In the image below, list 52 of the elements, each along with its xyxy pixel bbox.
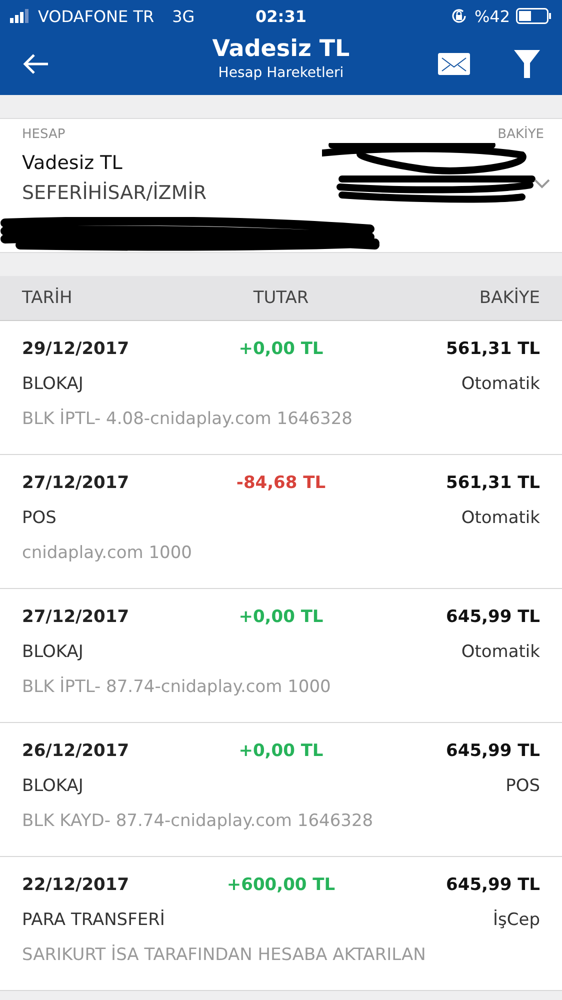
balance-amount: 645,99 TL [445, 607, 540, 627]
transaction-type: BLOKAJ [22, 642, 84, 662]
transaction-description: BLK İPTL- 87.74-cnidaplay.com 1000 [22, 677, 332, 697]
transaction-type: BLOKAJ [22, 374, 84, 394]
account-branch: SEFERİHİSAR/İZMİR [22, 182, 208, 204]
screen-title: Vadesiz TL [212, 36, 350, 62]
transaction-row[interactable]: 26/12/2017 +0,00 TL 645,99 TL BLOKAJ POS BLK KAYD- 87.74-cnidaplay.com 1646328 [0, 723, 562, 857]
chevron-down-icon [534, 179, 550, 189]
transaction-description: BLK KAYD- 87.74-cnidaplay.com 1646328 [22, 811, 374, 831]
transaction-description: SARIKURT İSA TARAFINDAN HESABA AKTARILAN [22, 945, 427, 965]
balance-amount: 561,31 TL [445, 473, 540, 493]
transaction-type: PARA TRANSFERİ [22, 910, 165, 930]
rotation-lock-icon [450, 7, 468, 25]
transaction-row[interactable]: 27/12/2017 +0,00 TL 645,99 TL BLOKAJ Otomatik BLK İPTL- 87.74-cnidaplay.com 1000 [0, 589, 562, 723]
account-name: Vadesiz TL [22, 152, 124, 174]
transaction-amount: +0,00 TL [238, 607, 324, 627]
transaction-amount: +0,00 TL [238, 741, 324, 761]
column-heading: TUTAR [252, 288, 310, 308]
column-heading: BAKİYE [478, 288, 540, 308]
account-card[interactable]: HESAP BAKİYE Vadesiz TL SEFERİHİSAR/İZMİR [0, 118, 562, 253]
transaction-row[interactable]: 29/12/2017 +0,00 TL 561,31 TL BLOKAJ Otomatik BLK İPTL- 4.08-cnidaplay.com 1646328 [0, 321, 562, 455]
screen-subtitle: Hesap Hareketleri [218, 65, 344, 81]
transaction-channel: Otomatik [461, 642, 540, 662]
transaction-date: 22/12/2017 [22, 875, 130, 895]
transaction-row[interactable]: 27/12/2017 -84,68 TL 561,31 TL POS Otomatik cnidaplay.com 1000 [0, 455, 562, 589]
battery-icon [516, 8, 552, 24]
transaction-channel: Otomatik [461, 508, 540, 528]
account-label: HESAP [22, 127, 66, 142]
transaction-type: BLOKAJ [22, 776, 84, 796]
transaction-amount: -84,68 TL [235, 473, 327, 493]
battery-percent: %42 [474, 6, 510, 26]
transaction-date: 29/12/2017 [22, 339, 130, 359]
balance-amount: 645,99 TL [445, 875, 540, 895]
transaction-channel: POS [506, 776, 540, 796]
transaction-type: POS [22, 508, 56, 528]
column-heading: TARİH [22, 288, 74, 308]
transaction-channel: Otomatik [461, 374, 540, 394]
transaction-channel: İşCep [493, 910, 540, 930]
transaction-date: 27/12/2017 [22, 473, 130, 493]
balance-amount: 561,31 TL [445, 339, 540, 359]
transaction-date: 26/12/2017 [22, 741, 130, 761]
transaction-amount: +0,00 TL [238, 339, 324, 359]
network-type: 3G [172, 6, 195, 26]
balance-label: BAKİYE [498, 127, 544, 142]
transaction-row[interactable]: 22/12/2017 +600,00 TL 645,99 TL PARA TRANSFERİ İşCep SARIKURT İSA TARAFINDAN HESABA AKTARILAN [0, 857, 562, 991]
transaction-description: cnidaplay.com 1000 [22, 543, 193, 563]
transaction-description: BLK İPTL- 4.08-cnidaplay.com 1646328 [22, 409, 354, 429]
status-time: 02:31 [256, 6, 306, 26]
balance-amount: 645,99 TL [445, 741, 540, 761]
carrier-name: VODAFONE TR [38, 6, 154, 26]
transaction-date: 27/12/2017 [22, 607, 130, 627]
transaction-amount: +600,00 TL [226, 875, 336, 895]
